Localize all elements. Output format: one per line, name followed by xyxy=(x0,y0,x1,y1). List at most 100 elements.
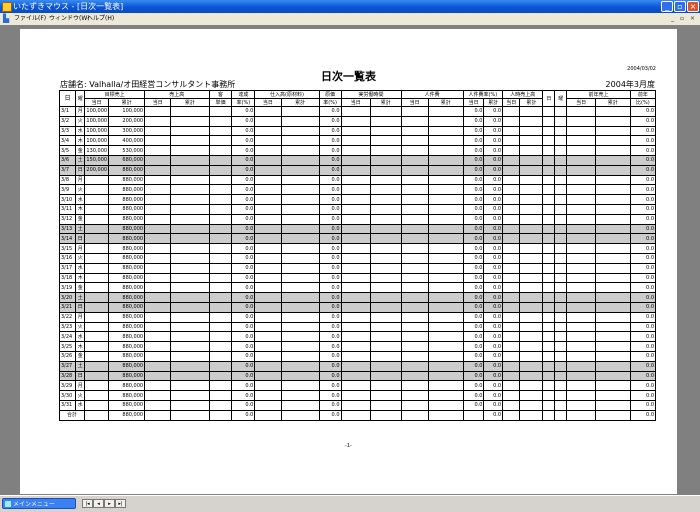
empty-cell xyxy=(427,360,464,372)
empty-cell xyxy=(170,252,210,264)
empty-cell xyxy=(566,145,596,156)
total-cumulative: 880,000 xyxy=(108,409,146,421)
empty-cell xyxy=(340,174,371,186)
menu-file[interactable]: ファイル(F) xyxy=(14,13,46,25)
empty-cell xyxy=(554,390,568,401)
table-row: 3/11 木 880,000 0.0 0.0 0.0 0.0 0.0 xyxy=(58,203,657,215)
cumulative-cell: 880,000 xyxy=(108,194,146,205)
labor-cost-cell: 0.0 xyxy=(462,272,485,284)
empty-cell xyxy=(280,184,320,196)
menu-window[interactable]: ウィンドウ(W) xyxy=(49,13,90,25)
sub-header: 率(%) xyxy=(231,98,256,107)
empty-cell xyxy=(502,223,521,235)
main-menu-label: メインメニュー xyxy=(13,501,55,508)
empty-cell xyxy=(566,399,596,411)
empty-cell xyxy=(208,106,233,117)
empty-cell xyxy=(566,360,596,372)
achievement-cell: 0.0 xyxy=(231,223,256,235)
prev-year-ratio-cell: 0.0 xyxy=(629,341,657,352)
empty-cell xyxy=(340,262,371,274)
labor-rate-cell: 0.0 xyxy=(483,243,504,254)
weekday-cell: 水 xyxy=(75,399,86,411)
main-menu-button[interactable]: メインメニュー xyxy=(2,498,76,509)
header-day: 日 xyxy=(58,90,77,107)
empty-cell xyxy=(369,203,402,215)
prev-page-button[interactable]: ◂ xyxy=(93,499,104,508)
empty-cell xyxy=(208,203,233,215)
minimize-button[interactable]: _ xyxy=(661,1,673,12)
close-button[interactable]: × xyxy=(687,1,699,12)
menu-help[interactable]: ヘルプ(H) xyxy=(87,13,114,25)
empty-cell xyxy=(280,331,320,343)
table-row: 3/3 水 100,000 300,000 0.0 0.0 0.0 0.0 0.0 xyxy=(58,125,657,137)
last-page-button[interactable]: ▸| xyxy=(115,499,126,508)
empty-cell xyxy=(427,282,464,294)
weekday-cell: 火 xyxy=(75,390,86,401)
empty-cell xyxy=(542,233,556,245)
day-cell: 3/12 xyxy=(58,213,77,225)
empty-cell xyxy=(208,213,233,225)
empty-cell xyxy=(462,409,485,421)
prev-year-ratio-cell: 0.0 xyxy=(629,174,657,186)
empty-cell xyxy=(502,164,521,176)
empty-cell xyxy=(340,164,371,176)
target-cell: 100,000 xyxy=(84,106,110,117)
prev-year-ratio-cell: 0.0 xyxy=(629,262,657,274)
empty-cell xyxy=(254,311,282,323)
first-page-button[interactable]: |◂ xyxy=(82,499,93,508)
target-cell: 200,000 xyxy=(84,164,110,176)
prev-year-ratio-cell: 0.0 xyxy=(629,164,657,176)
empty-cell xyxy=(170,164,210,176)
restore-button[interactable]: ▫ xyxy=(674,1,686,12)
day-cell: 3/17 xyxy=(58,262,77,274)
empty-cell xyxy=(144,115,172,127)
achievement-cell: 0.0 xyxy=(231,252,256,264)
cost-rate-cell: 0.0 xyxy=(318,174,342,186)
empty-cell xyxy=(280,223,320,235)
sub-header: 累計 xyxy=(369,98,402,107)
empty-cell xyxy=(340,233,371,245)
empty-cell xyxy=(542,399,556,411)
labor-rate-cell: 0.0 xyxy=(483,125,504,137)
empty-cell xyxy=(554,262,568,274)
empty-cell xyxy=(542,135,556,147)
labor-rate-cell: 0.0 xyxy=(483,341,504,352)
achievement-cell: 0.0 xyxy=(231,301,256,313)
empty-cell xyxy=(208,301,233,313)
cumulative-cell: 880,000 xyxy=(108,233,146,245)
weekday-cell: 金 xyxy=(75,213,86,225)
empty-cell xyxy=(254,350,282,362)
labor-cost-cell: 0.0 xyxy=(462,164,485,176)
labor-cost-cell: 0.0 xyxy=(462,370,485,382)
header-target-sales: 目標売上 xyxy=(84,90,146,99)
mdi-controls[interactable]: _ ▫ × xyxy=(671,13,697,25)
next-page-button[interactable]: ▸ xyxy=(104,499,115,508)
empty-cell xyxy=(144,135,172,147)
table-row: 3/24 水 880,000 0.0 0.0 0.0 0.0 0.0 xyxy=(58,331,657,343)
empty-cell xyxy=(519,184,544,196)
empty-cell xyxy=(144,311,172,323)
sub-header: 当日 xyxy=(340,98,371,107)
empty-cell xyxy=(427,233,464,245)
header-weekday: 曜 xyxy=(75,90,86,107)
header-labor-hours: 実労働時間 xyxy=(340,90,402,99)
empty-cell xyxy=(280,194,320,205)
day-cell: 3/28 xyxy=(58,370,77,382)
empty-cell xyxy=(542,164,556,176)
empty-cell xyxy=(427,321,464,333)
window-icon xyxy=(5,501,11,507)
prev-year-ratio-cell: 0.0 xyxy=(629,321,657,333)
empty-cell xyxy=(170,370,210,382)
empty-cell xyxy=(566,223,596,235)
cumulative-cell: 880,000 xyxy=(108,174,146,186)
achievement-cell: 0.0 xyxy=(231,272,256,284)
day-cell: 3/7 xyxy=(58,164,77,176)
empty-cell xyxy=(566,341,596,352)
empty-cell xyxy=(427,184,464,196)
empty-cell xyxy=(554,321,568,333)
labor-rate-cell: 0.0 xyxy=(483,115,504,127)
labor-cost-cell: 0.0 xyxy=(462,203,485,215)
empty-cell xyxy=(566,390,596,401)
prev-year-ratio-cell: 0.0 xyxy=(629,282,657,294)
empty-cell xyxy=(170,233,210,245)
